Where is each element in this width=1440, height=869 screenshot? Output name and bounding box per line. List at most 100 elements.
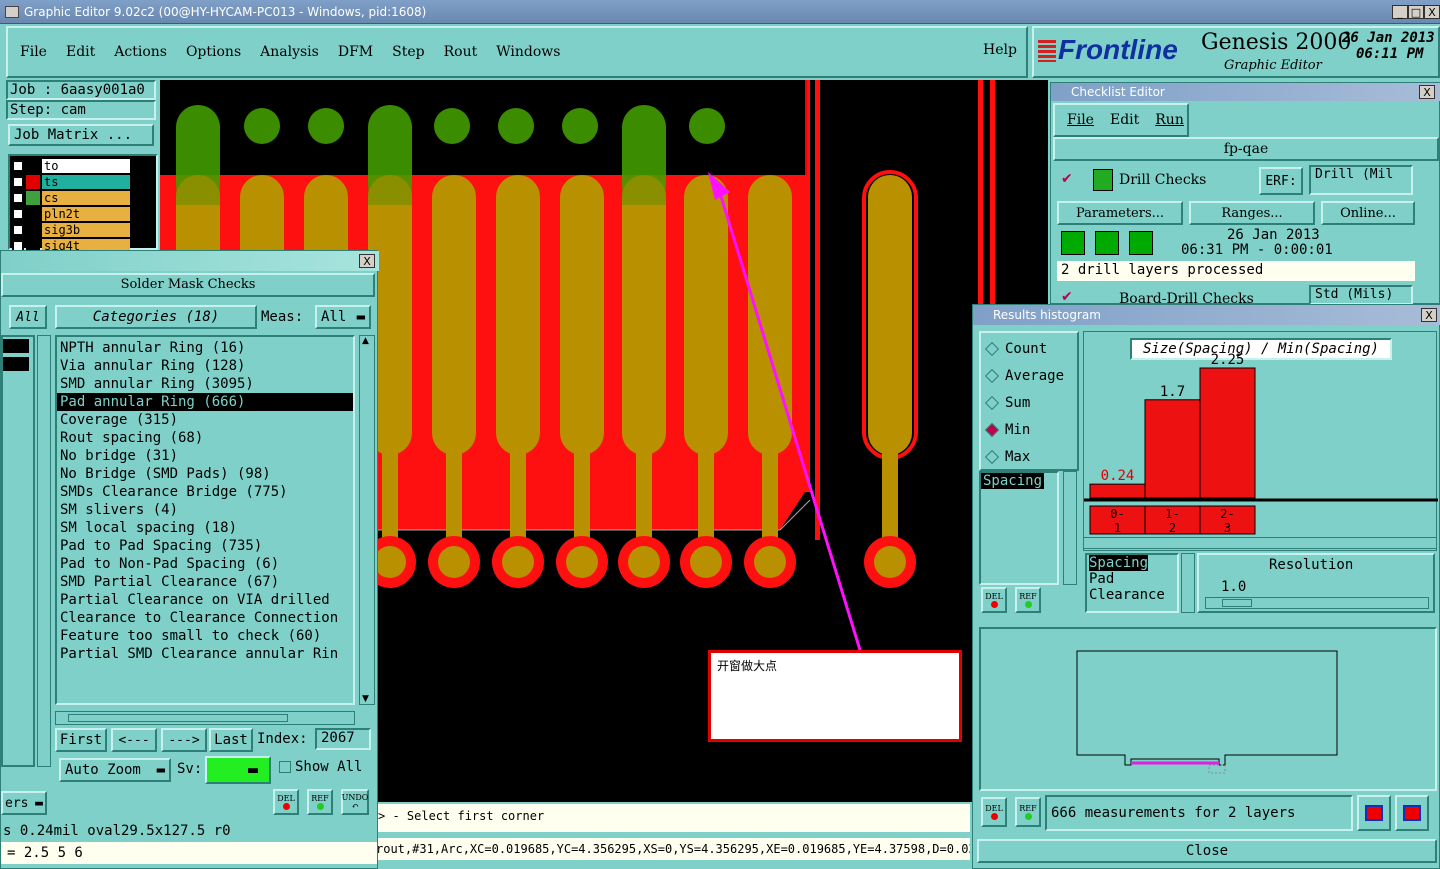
layer-row[interactable]: ts xyxy=(12,174,130,190)
menu-help[interactable]: Help xyxy=(983,42,1017,58)
menu-step[interactable]: Step xyxy=(392,44,424,60)
category-item[interactable]: SMD annular Ring (3095) xyxy=(57,375,353,393)
solder-close-icon[interactable]: X xyxy=(359,254,375,268)
first-button[interactable]: First xyxy=(55,728,107,752)
layer-row[interactable]: pln2t xyxy=(12,206,130,222)
field-pad[interactable]: Pad xyxy=(1089,571,1177,587)
histogram-bar[interactable] xyxy=(1144,399,1201,499)
category-item[interactable]: Clearance to Clearance Connection xyxy=(57,609,353,627)
histogram-zoom-icon[interactable] xyxy=(1357,795,1391,831)
histogram-close-icon[interactable]: X xyxy=(1421,308,1437,322)
check1-checkmark-icon[interactable]: ✔ xyxy=(1061,171,1073,187)
menu-analysis[interactable]: Analysis xyxy=(260,44,319,60)
checklist-menu-run[interactable]: Run xyxy=(1155,112,1184,128)
run-select-icon[interactable] xyxy=(1129,231,1153,255)
category-item[interactable]: Partial SMD Clearance annular Rin xyxy=(57,645,353,663)
all-button[interactable]: All xyxy=(9,305,47,329)
category-vscroll[interactable]: ▲ ▼ xyxy=(359,335,375,705)
radio-min[interactable]: Min xyxy=(981,416,1077,443)
layer-row[interactable]: sig3b xyxy=(12,222,130,238)
job-matrix-button[interactable]: Job Matrix ... xyxy=(8,124,154,146)
radio-average[interactable]: Average xyxy=(981,362,1077,389)
radio-sum[interactable]: Sum xyxy=(981,389,1077,416)
category-item[interactable]: Pad to Pad Spacing (735) xyxy=(57,537,353,555)
category-item[interactable]: SMDs Clearance Bridge (775) xyxy=(57,483,353,501)
layer-checkbox[interactable] xyxy=(12,192,24,204)
field-selector[interactable]: Spacing Pad Clearance xyxy=(1085,553,1179,613)
checklist-menu-edit[interactable]: Edit xyxy=(1110,112,1139,128)
histogram-bar[interactable] xyxy=(1089,483,1146,499)
hist-ref-button[interactable]: REF xyxy=(1015,587,1041,613)
field-spacing[interactable]: Spacing xyxy=(1089,555,1149,571)
category-list[interactable]: NPTH annular Ring (16) Via annular Ring (… xyxy=(55,335,355,705)
layer-row[interactable]: cs xyxy=(12,190,130,206)
checklist-menu-file[interactable]: File xyxy=(1067,112,1094,128)
erf2-value[interactable]: Std (Mils) xyxy=(1309,285,1413,305)
run-icon[interactable] xyxy=(1061,231,1085,255)
prev-button[interactable]: <--- xyxy=(111,728,157,752)
layer-checkbox[interactable] xyxy=(12,176,24,188)
field-clearance[interactable]: Clearance xyxy=(1089,587,1177,603)
category-item[interactable]: SM slivers (4) xyxy=(57,501,353,519)
category-item[interactable]: No bridge (31) xyxy=(57,447,353,465)
preview-ref-button[interactable]: REF xyxy=(1015,797,1041,827)
minimize-button[interactable]: _ xyxy=(1392,5,1408,19)
category-item[interactable]: SM local spacing (18) xyxy=(57,519,353,537)
category-item[interactable]: Feature too small to check (60) xyxy=(57,627,353,645)
ers-dropdown[interactable]: ers ▬ xyxy=(1,791,47,815)
undo-button[interactable]: UNDO ↶ xyxy=(341,789,369,815)
categories-button[interactable]: Categories (18) xyxy=(55,305,257,329)
category-item[interactable]: SMD Partial Clearance (67) xyxy=(57,573,353,591)
run-all-icon[interactable] xyxy=(1095,231,1119,255)
category-item[interactable]: Partial Clearance on VIA drilled xyxy=(57,591,353,609)
index-input[interactable]: 2067 xyxy=(315,728,371,750)
menu-windows[interactable]: Windows xyxy=(496,44,560,60)
histogram-export-icon[interactable] xyxy=(1395,795,1429,831)
layer-row[interactable]: to xyxy=(12,158,130,174)
next-button[interactable]: ---> xyxy=(161,728,207,752)
category-item[interactable]: NPTH annular Ring (16) xyxy=(57,339,353,357)
category-item[interactable]: Pad to Non-Pad Spacing (6) xyxy=(57,555,353,573)
menu-dfm[interactable]: DFM xyxy=(338,44,373,60)
del-button[interactable]: DEL xyxy=(273,789,299,815)
menu-edit[interactable]: Edit xyxy=(66,44,95,60)
close-button[interactable]: X xyxy=(1424,5,1440,19)
menu-actions[interactable]: Actions xyxy=(114,44,167,60)
field-selector-scroll[interactable] xyxy=(1181,553,1195,613)
menu-file[interactable]: File xyxy=(20,44,47,60)
radio-count[interactable]: Count xyxy=(981,335,1077,362)
preview-del-button[interactable]: DEL xyxy=(981,797,1007,827)
histogram-close-button[interactable]: Close xyxy=(977,839,1437,863)
sv-dropdown[interactable]: ▬ xyxy=(205,756,271,784)
radio-max[interactable]: Max xyxy=(981,443,1077,470)
auto-zoom-dropdown[interactable]: Auto Zoom ▬ xyxy=(59,758,171,782)
checklist-close-icon[interactable]: X xyxy=(1419,85,1435,99)
maximize-button[interactable]: □ xyxy=(1408,5,1424,19)
menu-rout[interactable]: Rout xyxy=(444,44,478,60)
category-hscroll[interactable] xyxy=(55,711,355,725)
histogram-bar[interactable] xyxy=(1199,367,1256,499)
online-button[interactable]: Online... xyxy=(1321,201,1415,225)
last-button[interactable]: Last xyxy=(209,728,253,752)
category-item[interactable]: No Bridge (SMD Pads) (98) xyxy=(57,465,353,483)
ranges-button[interactable]: Ranges... xyxy=(1189,201,1315,225)
parameters-button[interactable]: Parameters... xyxy=(1057,201,1183,225)
category-item[interactable]: Rout spacing (68) xyxy=(57,429,353,447)
show-all-checkbox[interactable] xyxy=(279,761,291,773)
category-item[interactable]: Via annular Ring (128) xyxy=(57,357,353,375)
menu-options[interactable]: Options xyxy=(186,44,241,60)
layer-checkbox[interactable] xyxy=(12,160,24,172)
field-list[interactable]: Spacing xyxy=(979,471,1059,585)
check2-checkmark-icon[interactable]: ✔ xyxy=(1061,289,1073,305)
field-list-scroll[interactable] xyxy=(1063,471,1077,585)
histogram-hscroll[interactable] xyxy=(1083,537,1437,549)
category-item[interactable]: Coverage (315) xyxy=(57,411,353,429)
left-strip-scroll[interactable] xyxy=(37,335,51,767)
hist-del-button[interactable]: DEL xyxy=(981,587,1007,613)
resolution-slider[interactable] xyxy=(1205,597,1429,609)
ref-button[interactable]: REF xyxy=(307,789,333,815)
layer-checkbox[interactable] xyxy=(12,224,24,236)
erf-value[interactable]: Drill (Mil xyxy=(1309,165,1413,195)
layer-checkbox[interactable] xyxy=(12,208,24,220)
category-item[interactable]: Pad annular Ring (666) xyxy=(57,393,353,411)
